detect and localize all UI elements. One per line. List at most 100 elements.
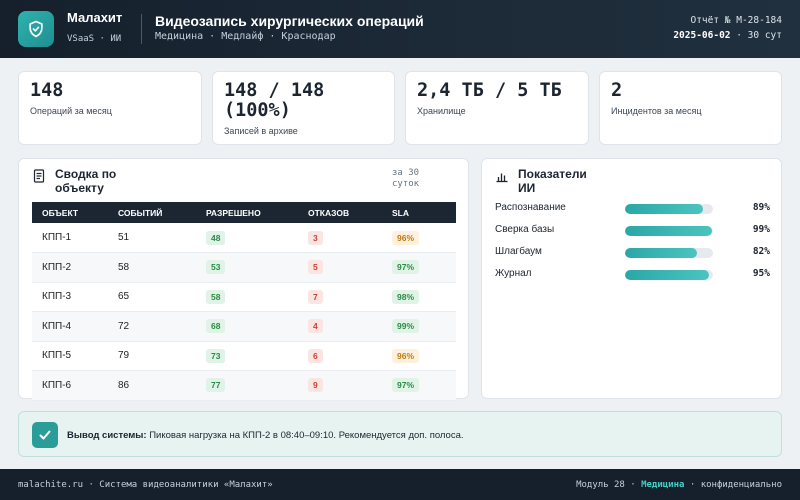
column-header-denied: ОТКАЗОВ bbox=[308, 207, 350, 218]
ai-metric-label: Шлагбаум bbox=[495, 246, 542, 257]
kpi-value: 148 bbox=[30, 80, 64, 101]
cell-object: КПП-2 bbox=[32, 252, 108, 283]
denied-badge: 4 bbox=[308, 319, 323, 334]
page-title: Видеозапись хирургических операций bbox=[155, 13, 424, 29]
bar-chart-icon bbox=[496, 173, 508, 183]
cell-denied: 6 bbox=[298, 341, 382, 371]
ai-metric-value: 82% bbox=[752, 246, 770, 257]
cell-allowed: 58 bbox=[196, 282, 298, 312]
cell-object: КПП-3 bbox=[32, 282, 108, 312]
cell-sla: 97% bbox=[382, 252, 456, 283]
cell-events: 58 bbox=[108, 252, 196, 283]
ai-metric-fill bbox=[625, 226, 713, 236]
table-row: КПП-1 51 48 3 96% bbox=[32, 223, 456, 253]
kpi-card-storage: 2,4 ТБ / 5 ТБ Хранилище bbox=[405, 71, 589, 145]
denied-badge: 5 bbox=[308, 260, 323, 275]
report-period: · 30 сут bbox=[730, 29, 782, 41]
cell-events: 72 bbox=[108, 311, 196, 342]
table-row: КПП-3 65 58 7 98% bbox=[32, 282, 456, 312]
allowed-badge: 53 bbox=[206, 260, 226, 275]
cell-sla: 96% bbox=[382, 341, 456, 371]
ai-metric-label: Распознавание bbox=[495, 202, 566, 213]
sla-badge: 96% bbox=[392, 230, 420, 245]
checkmark-icon bbox=[32, 422, 58, 448]
cell-sla: 97% bbox=[382, 370, 456, 401]
denied-badge: 7 bbox=[308, 289, 323, 304]
kpi-card-incidents: 2 Инцидентов за месяц bbox=[599, 71, 782, 145]
cell-sla: 96% bbox=[382, 223, 456, 253]
column-header-allowed: РАЗРЕШЕНО bbox=[206, 207, 261, 218]
cell-object: КПП-4 bbox=[32, 311, 108, 342]
conclusion-body: Пиковая нагрузка на КПП-2 в 08:40–09:10.… bbox=[146, 430, 464, 441]
sla-badge: 96% bbox=[392, 348, 420, 363]
summary-panel: Сводка по объекту за 30 суток ОБЪЕКТ СОБ… bbox=[18, 158, 469, 401]
column-header-events: СОБЫТИЙ bbox=[118, 207, 163, 218]
ai-metrics-title: Показатели ИИ bbox=[518, 167, 587, 195]
column-header-sla: SLA bbox=[392, 207, 409, 218]
cell-denied: 5 bbox=[298, 252, 382, 283]
table-row: КПП-5 79 73 6 96% bbox=[32, 341, 456, 371]
kpi-value: 148 / 148 (100%) bbox=[224, 80, 325, 121]
cell-allowed: 53 bbox=[196, 252, 298, 283]
conclusion-label: Вывод системы: bbox=[67, 430, 147, 441]
ai-metric-fill bbox=[625, 248, 698, 258]
report-date: 2025-06-02 bbox=[673, 29, 731, 41]
shield-check-icon bbox=[18, 11, 54, 47]
ai-metric-row: Журнал 95% bbox=[495, 268, 770, 282]
ai-metric-progress bbox=[625, 226, 713, 236]
ai-metric-progress bbox=[625, 248, 713, 258]
sla-badge: 97% bbox=[392, 378, 420, 393]
ai-metric-fill bbox=[625, 270, 709, 280]
allowed-badge: 48 bbox=[206, 230, 226, 245]
summary-title: Сводка по объекту bbox=[55, 167, 117, 195]
cell-sla: 98% bbox=[382, 282, 456, 312]
kpi-label: Инцидентов за месяц bbox=[611, 106, 702, 116]
cell-events: 51 bbox=[108, 223, 196, 253]
summary-period: за 30 суток bbox=[392, 168, 420, 189]
cell-events: 86 bbox=[108, 370, 196, 401]
footer-module-label: Модуль 28 · bbox=[576, 480, 642, 490]
ai-metric-label: Сверка базы bbox=[495, 224, 555, 235]
header: Малахит VSaaS · ИИ Видеозапись хирургиче… bbox=[0, 0, 800, 58]
ai-metric-row: Сверка базы 99% bbox=[495, 224, 770, 238]
kpi-label: Хранилище bbox=[417, 106, 466, 116]
cell-allowed: 73 bbox=[196, 341, 298, 371]
ai-metric-label: Журнал bbox=[495, 268, 532, 279]
brand-subtitle: VSaaS · ИИ bbox=[67, 34, 122, 44]
header-divider bbox=[141, 14, 142, 44]
table-row: КПП-6 86 77 9 97% bbox=[32, 370, 456, 401]
allowed-badge: 77 bbox=[206, 378, 226, 393]
report-number: Отчёт № M-28-184 bbox=[690, 15, 782, 26]
denied-badge: 9 bbox=[308, 378, 323, 393]
footer: malachite.ru · Система видеоаналитики «М… bbox=[0, 469, 800, 500]
table-header-row: ОБЪЕКТ СОБЫТИЙ РАЗРЕШЕНО ОТКАЗОВ SLA bbox=[32, 202, 456, 223]
sla-badge: 99% bbox=[392, 319, 420, 334]
ai-metric-fill bbox=[625, 204, 704, 214]
cell-sla: 99% bbox=[382, 311, 456, 342]
page-subtitle: Медицина · Медлайф · Краснодар bbox=[155, 31, 336, 42]
cell-denied: 3 bbox=[298, 223, 382, 253]
allowed-badge: 73 bbox=[206, 348, 226, 363]
kpi-label: Записей в архиве bbox=[224, 126, 298, 136]
ai-metric-value: 95% bbox=[752, 268, 770, 279]
cell-allowed: 77 bbox=[196, 370, 298, 401]
cell-allowed: 68 bbox=[196, 311, 298, 342]
cell-events: 65 bbox=[108, 282, 196, 312]
kpi-card-operations: 148 Операций за месяц bbox=[18, 71, 202, 145]
cell-denied: 4 bbox=[298, 311, 382, 342]
ai-metric-value: 89% bbox=[752, 202, 770, 213]
brand-name: Малахит bbox=[67, 10, 123, 25]
denied-badge: 6 bbox=[308, 348, 323, 363]
allowed-badge: 58 bbox=[206, 289, 226, 304]
kpi-value: 2 bbox=[611, 80, 623, 101]
footer-module-highlight: Медицина bbox=[641, 480, 685, 490]
kpi-value: 2,4 ТБ / 5 ТБ bbox=[417, 80, 562, 101]
table-row: КПП-2 58 53 5 97% bbox=[32, 252, 456, 283]
ai-metric-row: Шлагбаум 82% bbox=[495, 246, 770, 260]
table-row: КПП-4 72 68 4 99% bbox=[32, 311, 456, 342]
document-icon bbox=[33, 169, 45, 183]
kpi-card-archive: 148 / 148 (100%) Записей в архиве bbox=[212, 71, 395, 145]
sla-badge: 98% bbox=[392, 289, 420, 304]
report-info: Отчёт № M-28-184 2025-06-02 · 30 сут bbox=[672, 14, 782, 43]
footer-confidential: · конфиденциально bbox=[684, 480, 782, 490]
